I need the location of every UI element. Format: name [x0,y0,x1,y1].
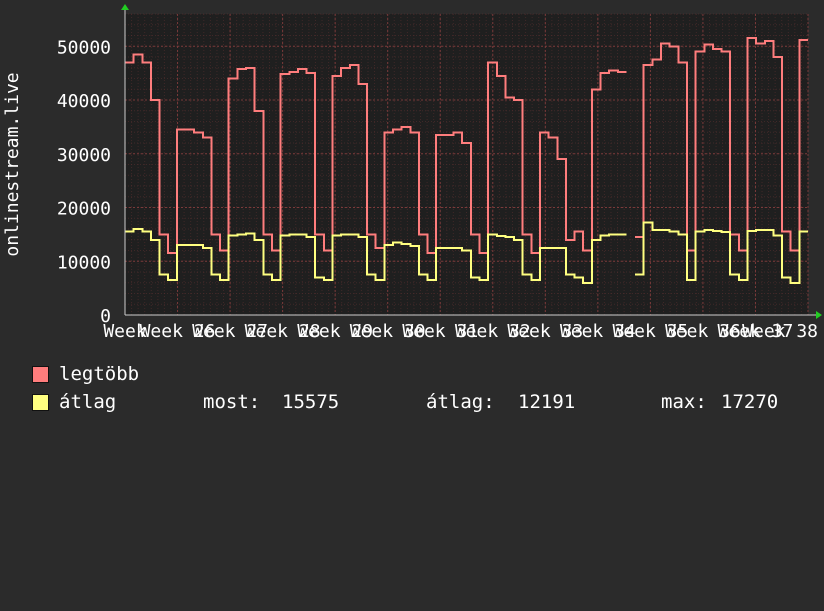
x-tick-label: Week 38 [742,321,818,342]
legend-row-atlag: átlag most: 15575 átlag: 12191 max: 1727… [32,391,812,415]
y-tick-label: 30000 [57,145,111,166]
y-tick-label: 20000 [57,199,111,220]
y-tick-label: 10000 [57,252,111,273]
legend-label-legtobb: legtöbb [59,363,140,385]
stat-now-label: most: [203,391,261,413]
x-axis-arrow-icon [816,311,822,319]
legend-label-atlag: átlag [59,391,117,413]
y-tick-label: 40000 [57,91,111,112]
stat-avg-label: átlag: [426,391,495,413]
y-tick-label: 50000 [57,37,111,58]
legtobb-swatch [32,366,49,383]
stat-max-value: 17270 [721,391,779,413]
stat-now-value: 15575 [282,391,340,413]
plot-area: 01000020000300004000050000WeekWeek 26Wee… [2,4,822,342]
legend-row-legtobb: legtöbb [32,363,812,387]
atlag-swatch [32,394,49,411]
stat-max-label: max: [661,391,707,413]
y-axis-arrow-icon [121,4,129,10]
chart-stage: 0 10000 20000 30000 40000 50000 Week Week 26 Wee… [0,0,824,430]
y-axis-label: onlinestream.live [2,72,23,256]
stat-avg-value: 12191 [518,391,576,413]
